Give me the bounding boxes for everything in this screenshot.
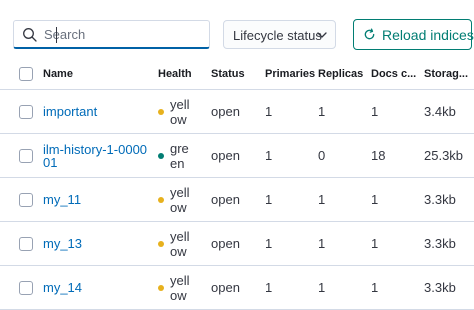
row-checkbox[interactable] [19, 148, 33, 163]
column-header-storage-size[interactable]: Storag... [424, 59, 474, 90]
text-caret [56, 27, 57, 43]
table-row: my_13 yellow open 1 1 1 3.3kb [0, 221, 474, 266]
reload-indices-label: Reload indices [382, 27, 474, 43]
docs-count-cell: 1 [371, 89, 424, 134]
primaries-cell: 1 [265, 133, 318, 178]
row-checkbox[interactable] [19, 104, 33, 119]
storage-size-cell: 3.4kb [424, 89, 474, 134]
health-cell: yellow [158, 229, 211, 259]
health-label: yellow [170, 272, 190, 303]
index-name-link[interactable]: important [43, 105, 158, 118]
table-row: important yellow open 1 1 1 3.4kb [0, 89, 474, 134]
health-label: yellow [170, 96, 190, 127]
lifecycle-status-label: Lifecycle status [233, 28, 322, 43]
health-status-dot [158, 240, 164, 247]
status-cell: open [211, 265, 265, 310]
column-header-docs-count[interactable]: Docs c... [371, 59, 424, 90]
storage-size-cell: 25.3kb [424, 133, 474, 178]
health-label: green [170, 140, 189, 171]
docs-count-cell: 18 [371, 133, 424, 178]
column-header-replicas[interactable]: Replicas [318, 59, 371, 90]
table-row: my_14 yellow open 1 1 1 3.3kb [0, 265, 474, 310]
search-input[interactable] [44, 24, 199, 45]
status-cell: open [211, 177, 265, 222]
health-status-dot [158, 284, 164, 291]
storage-size-cell: 3.3kb [424, 177, 474, 222]
health-cell: yellow [158, 185, 211, 215]
primaries-cell: 1 [265, 89, 318, 134]
row-checkbox[interactable] [19, 236, 33, 251]
replicas-cell: 1 [318, 221, 371, 266]
index-name-link[interactable]: my_13 [43, 237, 158, 250]
docs-count-cell: 1 [371, 221, 424, 266]
table-header-row: Name Health Status Primaries Replicas Do… [0, 59, 474, 90]
search-box[interactable] [13, 20, 210, 49]
toolbar: Lifecycle status Reload indices [0, 0, 474, 60]
status-cell: open [211, 89, 265, 134]
primaries-cell: 1 [265, 221, 318, 266]
row-checkbox[interactable] [19, 192, 33, 207]
status-cell: open [211, 221, 265, 266]
index-name-link[interactable]: my_11 [43, 193, 158, 206]
column-header-primaries[interactable]: Primaries [265, 59, 318, 90]
primaries-cell: 1 [265, 265, 318, 310]
health-label: yellow [170, 228, 190, 259]
health-status-dot [158, 196, 164, 203]
column-header-status[interactable]: Status [211, 59, 265, 90]
row-checkbox[interactable] [19, 280, 33, 295]
replicas-cell: 0 [318, 133, 371, 178]
status-cell: open [211, 133, 265, 178]
column-header-name[interactable]: Name [43, 59, 158, 90]
health-cell: green [158, 141, 211, 171]
health-status-dot [158, 108, 164, 115]
reload-indices-button[interactable]: Reload indices [353, 19, 474, 50]
health-cell: yellow [158, 97, 211, 127]
health-label: yellow [170, 184, 190, 215]
health-cell: yellow [158, 273, 211, 303]
replicas-cell: 1 [318, 265, 371, 310]
table-row: ilm-history-1-000001 green open 1 0 18 2… [0, 133, 474, 178]
search-icon [23, 28, 37, 42]
docs-count-cell: 1 [371, 177, 424, 222]
chevron-down-icon [317, 32, 327, 38]
index-name-link[interactable]: my_14 [43, 281, 158, 294]
index-name-link[interactable]: ilm-history-1-000001 [43, 143, 158, 169]
refresh-icon [364, 28, 375, 40]
health-status-dot [158, 152, 164, 159]
select-all-checkbox[interactable] [19, 67, 33, 81]
indices-table: Name Health Status Primaries Replicas Do… [0, 59, 474, 310]
column-header-health[interactable]: Health [158, 59, 211, 90]
lifecycle-status-filter[interactable]: Lifecycle status [223, 20, 336, 49]
docs-count-cell: 1 [371, 265, 424, 310]
replicas-cell: 1 [318, 89, 371, 134]
storage-size-cell: 3.3kb [424, 265, 474, 310]
select-all-cell [0, 59, 43, 90]
table-row: my_11 yellow open 1 1 1 3.3kb [0, 177, 474, 222]
storage-size-cell: 3.3kb [424, 221, 474, 266]
replicas-cell: 1 [318, 177, 371, 222]
primaries-cell: 1 [265, 177, 318, 222]
